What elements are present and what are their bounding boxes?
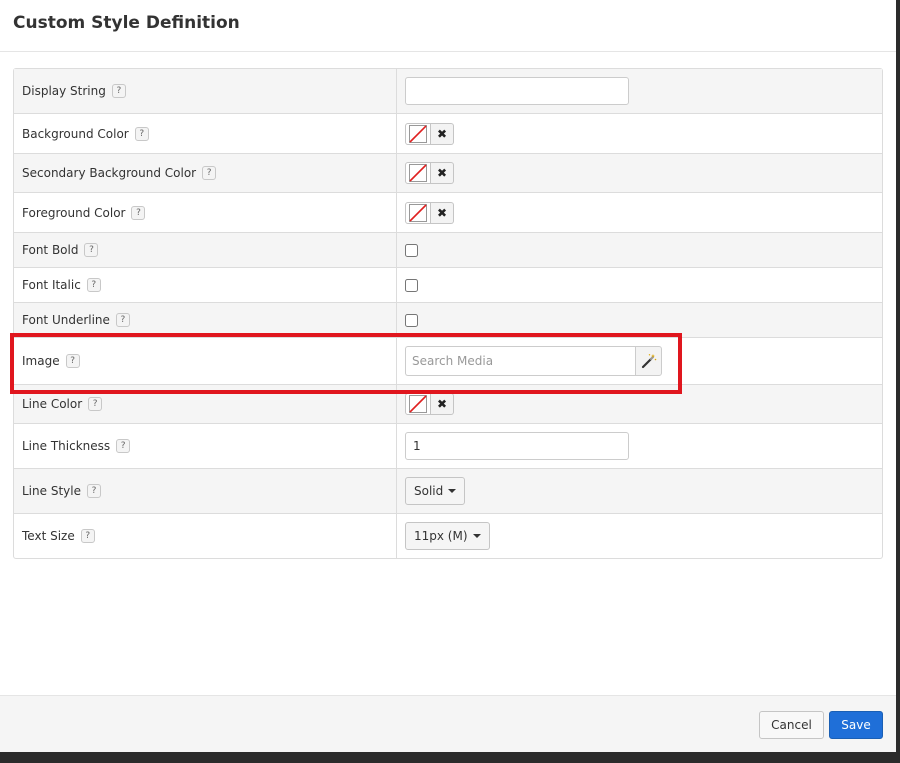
- save-button[interactable]: Save: [829, 711, 883, 739]
- no-color-icon[interactable]: [405, 122, 431, 145]
- row-line-color: Line Color ? ✖: [14, 385, 882, 424]
- background-color-picker: ✖: [405, 122, 454, 145]
- text-size-dropdown[interactable]: 11px (M): [405, 522, 490, 550]
- row-label: Display String: [22, 84, 106, 98]
- window-edge: [896, 0, 900, 763]
- help-icon[interactable]: ?: [86, 484, 101, 498]
- row-line-thickness: Line Thickness ?: [14, 424, 882, 469]
- row-text-size: Text Size ? 11px (M): [14, 514, 882, 558]
- close-icon[interactable]: ✖: [431, 122, 454, 145]
- row-label: Text Size: [22, 529, 75, 543]
- row-image: Image ?: [14, 338, 882, 385]
- row-label: Background Color: [22, 126, 129, 141]
- row-font-bold: Font Bold ?: [14, 233, 882, 268]
- cancel-button[interactable]: Cancel: [759, 711, 824, 739]
- font-italic-checkbox[interactable]: [405, 278, 418, 292]
- row-line-style: Line Style ? Solid: [14, 469, 882, 514]
- modal-title: Custom Style Definition: [13, 13, 240, 33]
- close-icon[interactable]: ✖: [431, 393, 454, 415]
- close-icon[interactable]: ✖: [431, 162, 454, 184]
- row-label: Secondary Background Color: [22, 166, 197, 180]
- row-label: Line Thickness: [22, 439, 111, 453]
- magic-wand-icon[interactable]: [635, 346, 662, 376]
- caret-down-icon: [472, 534, 481, 538]
- row-foreground-color: Foreground Color ? ✖: [14, 193, 882, 233]
- help-icon[interactable]: ?: [116, 439, 131, 453]
- close-icon[interactable]: ✖: [431, 201, 454, 224]
- no-color-icon[interactable]: [405, 201, 431, 224]
- help-icon[interactable]: ?: [86, 278, 101, 292]
- help-icon[interactable]: ?: [111, 84, 126, 98]
- dropdown-value: 11px (M): [414, 529, 468, 543]
- help-icon[interactable]: ?: [131, 205, 146, 220]
- line-color-picker: ✖: [405, 393, 454, 415]
- row-label: Image: [22, 354, 60, 368]
- row-label: Line Style: [22, 484, 81, 498]
- help-icon[interactable]: ?: [65, 354, 80, 368]
- help-icon[interactable]: ?: [88, 397, 103, 411]
- no-color-icon[interactable]: [405, 162, 431, 184]
- row-secondary-background-color: Secondary Background Color ? ✖: [14, 154, 882, 193]
- no-color-icon[interactable]: [405, 393, 431, 415]
- line-style-dropdown[interactable]: Solid: [405, 477, 466, 505]
- help-icon[interactable]: ?: [134, 126, 149, 141]
- secondary-background-color-picker: ✖: [405, 162, 454, 184]
- dropdown-value: Solid: [414, 484, 444, 498]
- row-label: Font Underline: [22, 313, 110, 327]
- search-media-input[interactable]: [405, 346, 635, 376]
- custom-style-dialog: Custom Style Definition Display String ?…: [0, 0, 896, 752]
- row-font-underline: Font Underline ?: [14, 303, 882, 338]
- row-label: Font Bold: [22, 243, 79, 257]
- foreground-color-picker: ✖: [405, 201, 454, 224]
- row-display-string: Display String ?: [14, 69, 882, 114]
- row-label: Line Color: [22, 397, 83, 411]
- line-thickness-input[interactable]: [405, 432, 629, 460]
- display-string-input[interactable]: [405, 77, 629, 105]
- row-label: Foreground Color: [22, 205, 126, 220]
- row-label: Font Italic: [22, 278, 81, 292]
- font-bold-checkbox[interactable]: [405, 243, 418, 257]
- image-media-search: [405, 346, 662, 376]
- help-icon[interactable]: ?: [202, 166, 217, 180]
- help-icon[interactable]: ?: [80, 529, 95, 543]
- row-font-italic: Font Italic ?: [14, 268, 882, 303]
- font-underline-checkbox[interactable]: [405, 313, 418, 327]
- modal-header: Custom Style Definition: [0, 0, 896, 52]
- modal-footer: Cancel Save: [0, 695, 896, 752]
- help-icon[interactable]: ?: [84, 243, 99, 257]
- row-background-color: Background Color ? ✖: [14, 114, 882, 154]
- style-properties-grid: Display String ? Background Color ? ✖ Se…: [13, 68, 883, 559]
- caret-down-icon: [448, 489, 457, 493]
- help-icon[interactable]: ?: [115, 313, 130, 327]
